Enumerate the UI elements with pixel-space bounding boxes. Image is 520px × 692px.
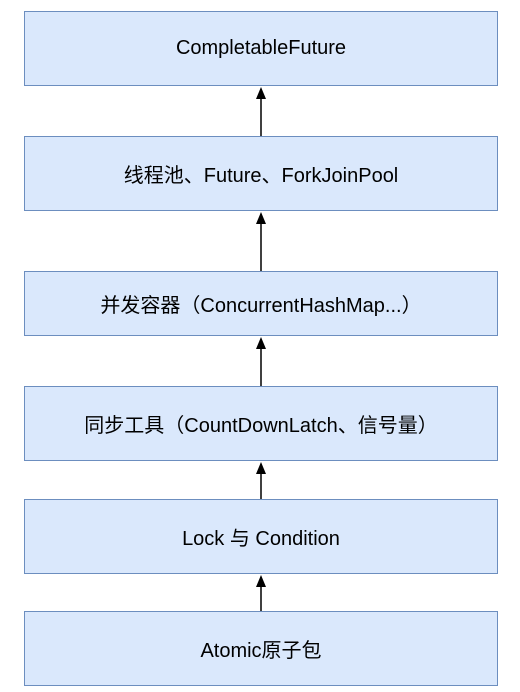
connector-arrows <box>256 87 266 611</box>
arrow-up-icon <box>256 212 266 271</box>
layer-label: 并发容器（ConcurrentHashMap...） <box>100 295 422 317</box>
arrow-up-icon <box>256 575 266 611</box>
layer-label: Atomic原子包 <box>200 640 322 662</box>
layer-label: 同步工具（CountDownLatch、信号量） <box>84 415 438 437</box>
arrow-up-icon <box>256 87 266 136</box>
layer-thread-pool: 线程池、Future、ForkJoinPool <box>24 136 498 211</box>
layer-completable-future: CompletableFuture <box>24 11 498 86</box>
layer-sync-tools: 同步工具（CountDownLatch、信号量） <box>24 386 498 461</box>
layer-label: CompletableFuture <box>175 37 347 59</box>
arrow-up-icon <box>256 462 266 499</box>
arrow-up-icon <box>256 337 266 386</box>
layer-label: Lock 与 Condition <box>182 528 340 550</box>
layer-atomic: Atomic原子包 <box>24 611 498 686</box>
layer-label: 线程池、Future、ForkJoinPool <box>123 165 399 187</box>
layer-concurrent-containers: 并发容器（ConcurrentHashMap...） <box>24 271 498 336</box>
layer-lock-condition: Lock 与 Condition <box>24 499 498 574</box>
